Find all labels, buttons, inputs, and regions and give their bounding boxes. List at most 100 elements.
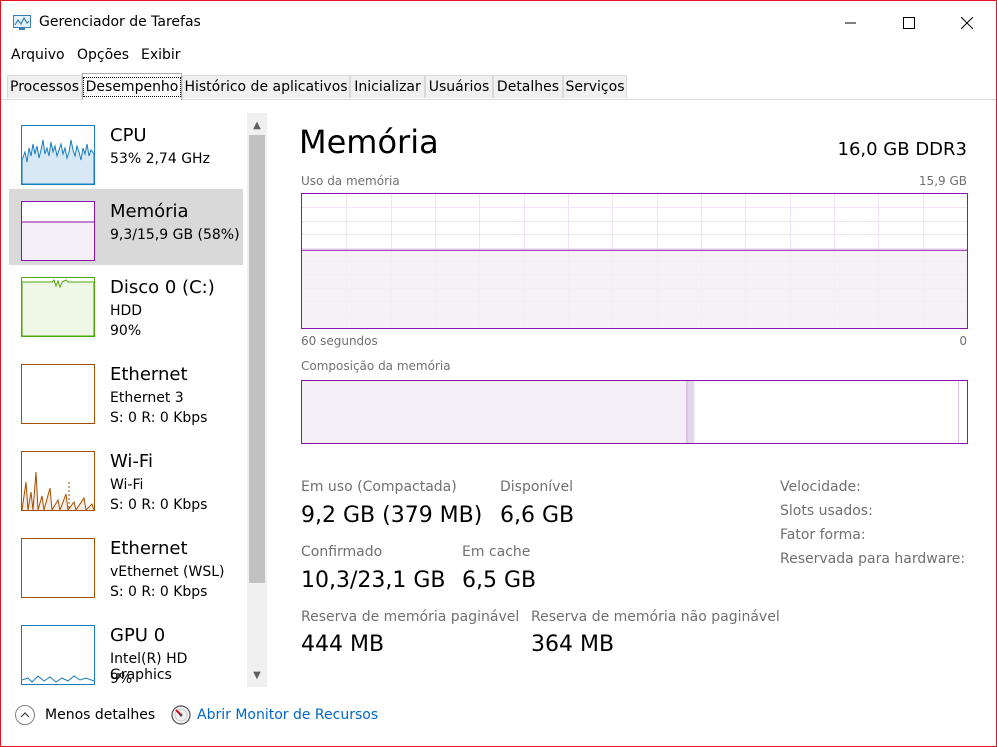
gpu-graph-icon <box>21 625 95 685</box>
sidebar-scrollbar[interactable]: ▲ ▼ <box>247 113 267 687</box>
scroll-thumb[interactable] <box>249 135 265 583</box>
sidebar-detail: 9% <box>110 671 133 687</box>
sidebar-item-disco[interactable]: Disco 0 (C:) HDD 90% <box>9 265 243 341</box>
memory-spec: 16,0 GB DDR3 <box>837 139 968 160</box>
tab-processos[interactable]: Processos <box>7 75 82 98</box>
sidebar-title: Ethernet <box>110 538 188 559</box>
menu-exibir[interactable]: Exibir <box>141 47 181 63</box>
modified-segment <box>686 381 695 443</box>
usage-graph-max: 15,9 GB <box>918 174 967 188</box>
paged-pool-label: Reserva de memória paginável <box>301 609 520 625</box>
tab-historico[interactable]: Histórico de aplicativos <box>182 75 350 98</box>
tab-label: Inicializar <box>354 79 421 95</box>
available-value: 6,6 GB <box>500 503 575 528</box>
sidebar-subtitle: Wi-Fi <box>110 477 144 493</box>
memory-usage-graph <box>301 193 968 329</box>
cpu-graph-icon <box>21 125 95 185</box>
sidebar-title: Memória <box>110 201 189 222</box>
graph-axis-left: 60 segundos <box>301 334 378 348</box>
sidebar-title: Ethernet <box>110 364 188 385</box>
slots-used-label: Slots usados: <box>780 503 873 519</box>
sidebar-item-cpu[interactable]: CPU 53% 2,74 GHz <box>9 113 243 189</box>
usage-graph-label: Uso da memória <box>301 174 400 188</box>
tab-inicializar[interactable]: Inicializar <box>350 75 425 98</box>
memory-composition-bar <box>301 380 968 444</box>
sidebar-item-wifi[interactable]: Wi-Fi Wi-Fi S: 0 R: 0 Kbps <box>9 439 243 515</box>
sidebar-detail: S: 0 R: 0 Kbps <box>110 410 208 426</box>
chevron-up-icon <box>15 705 35 725</box>
in-use-value: 9,2 GB (379 MB) <box>301 503 483 528</box>
memory-graph-icon <box>21 201 95 261</box>
usage-area <box>302 250 967 328</box>
form-factor-label: Fator forma: <box>780 527 866 543</box>
sidebar-subtitle: 9,3/15,9 GB (58%) <box>110 227 240 243</box>
speed-label: Velocidade: <box>780 479 861 495</box>
sidebar-subtitle: HDD <box>110 303 143 319</box>
sidebar-title: CPU <box>110 125 147 146</box>
in-use-segment <box>302 381 687 443</box>
ethernet-graph-icon <box>21 364 95 424</box>
tab-label: Serviços <box>565 79 625 95</box>
sidebar-detail: S: 0 R: 0 Kbps <box>110 497 208 513</box>
page-title: Memória <box>299 123 439 161</box>
disk-graph-icon <box>21 277 95 337</box>
tab-usuarios[interactable]: Usuários <box>425 75 493 98</box>
sidebar-item-memoria[interactable]: Memória 9,3/15,9 GB (58%) <box>9 189 243 265</box>
sidebar-subtitle: Ethernet 3 <box>110 390 184 406</box>
paged-pool-value: 444 MB <box>301 632 385 657</box>
cached-label: Em cache <box>462 544 531 560</box>
tab-servicos[interactable]: Serviços <box>563 75 627 98</box>
sidebar-item-ethernet-3[interactable]: Ethernet Ethernet 3 S: 0 R: 0 Kbps <box>9 352 243 428</box>
composition-label: Composição da memória <box>301 359 451 373</box>
menu-opcoes[interactable]: Opções <box>77 47 129 63</box>
menu-bar: Arquivo Opções Exibir <box>1 45 996 67</box>
hardware-reserved-label: Reservada para hardware: <box>780 551 966 567</box>
sidebar-title: GPU 0 <box>110 625 166 646</box>
scroll-down-icon[interactable]: ▼ <box>247 665 267 685</box>
usage-graph-svg <box>302 194 967 328</box>
menu-arquivo[interactable]: Arquivo <box>11 47 65 63</box>
sidebar-title: Disco 0 (C:) <box>110 277 215 298</box>
resource-monitor-link[interactable]: Abrir Monitor de Recursos <box>171 705 378 725</box>
nonpaged-pool-value: 364 MB <box>531 632 615 657</box>
available-label: Disponível <box>500 479 573 495</box>
task-manager-icon <box>13 15 31 31</box>
minimize-button[interactable] <box>822 1 880 45</box>
footer: Menos detalhes Abrir Monitor de Recursos <box>1 701 996 745</box>
tab-label: Detalhes <box>496 79 560 95</box>
resource-monitor-icon <box>171 705 191 725</box>
resource-monitor-label: Abrir Monitor de Recursos <box>197 707 379 723</box>
tab-detalhes[interactable]: Detalhes <box>493 75 563 98</box>
graph-axis-right: 0 <box>959 334 967 348</box>
wifi-graph-icon <box>21 451 95 512</box>
sidebar-detail: S: 0 R: 0 Kbps <box>110 584 208 600</box>
committed-label: Confirmado <box>301 544 383 560</box>
sidebar-subtitle: vEthernet (WSL) <box>110 564 225 580</box>
maximize-button[interactable] <box>880 1 938 45</box>
title-bar: Gerenciador de Tarefas <box>1 1 996 45</box>
sidebar-subtitle: 53% 2,74 GHz <box>110 151 210 167</box>
window-title: Gerenciador de Tarefas <box>39 14 201 30</box>
less-details-button[interactable]: Menos detalhes <box>15 705 155 725</box>
ethernet-graph-icon <box>21 538 95 598</box>
task-manager-window: Gerenciador de Tarefas Arquivo Opções Ex… <box>0 0 997 747</box>
resource-list: CPU 53% 2,74 GHz Memória 9,3/15,9 GB (58… <box>9 113 243 687</box>
tab-label: Histórico de aplicativos <box>184 79 348 95</box>
committed-value: 10,3/23,1 GB <box>301 568 446 593</box>
composition-svg <box>302 381 959 443</box>
scroll-up-icon[interactable]: ▲ <box>247 115 267 135</box>
sidebar-detail: 90% <box>110 323 142 339</box>
in-use-label: Em uso (Compactada) <box>301 479 457 495</box>
less-details-label: Menos detalhes <box>45 707 156 723</box>
sidebar-item-ethernet-wsl[interactable]: Ethernet vEthernet (WSL) S: 0 R: 0 Kbps <box>9 526 243 602</box>
sidebar-title: Wi-Fi <box>110 451 153 472</box>
tab-label: Processos <box>10 79 79 95</box>
nonpaged-pool-label: Reserva de memória não paginável <box>531 609 780 625</box>
tab-desempenho[interactable]: Desempenho <box>82 73 182 100</box>
tab-strip: Processos Desempenho Histórico de aplica… <box>1 73 996 100</box>
tab-label: Usuários <box>428 79 490 95</box>
sidebar-item-gpu[interactable]: GPU 0 Intel(R) HD Graphics 9% <box>9 613 243 687</box>
close-button[interactable] <box>938 1 996 45</box>
tab-label: Desempenho <box>82 77 182 97</box>
cached-value: 6,5 GB <box>462 568 537 593</box>
